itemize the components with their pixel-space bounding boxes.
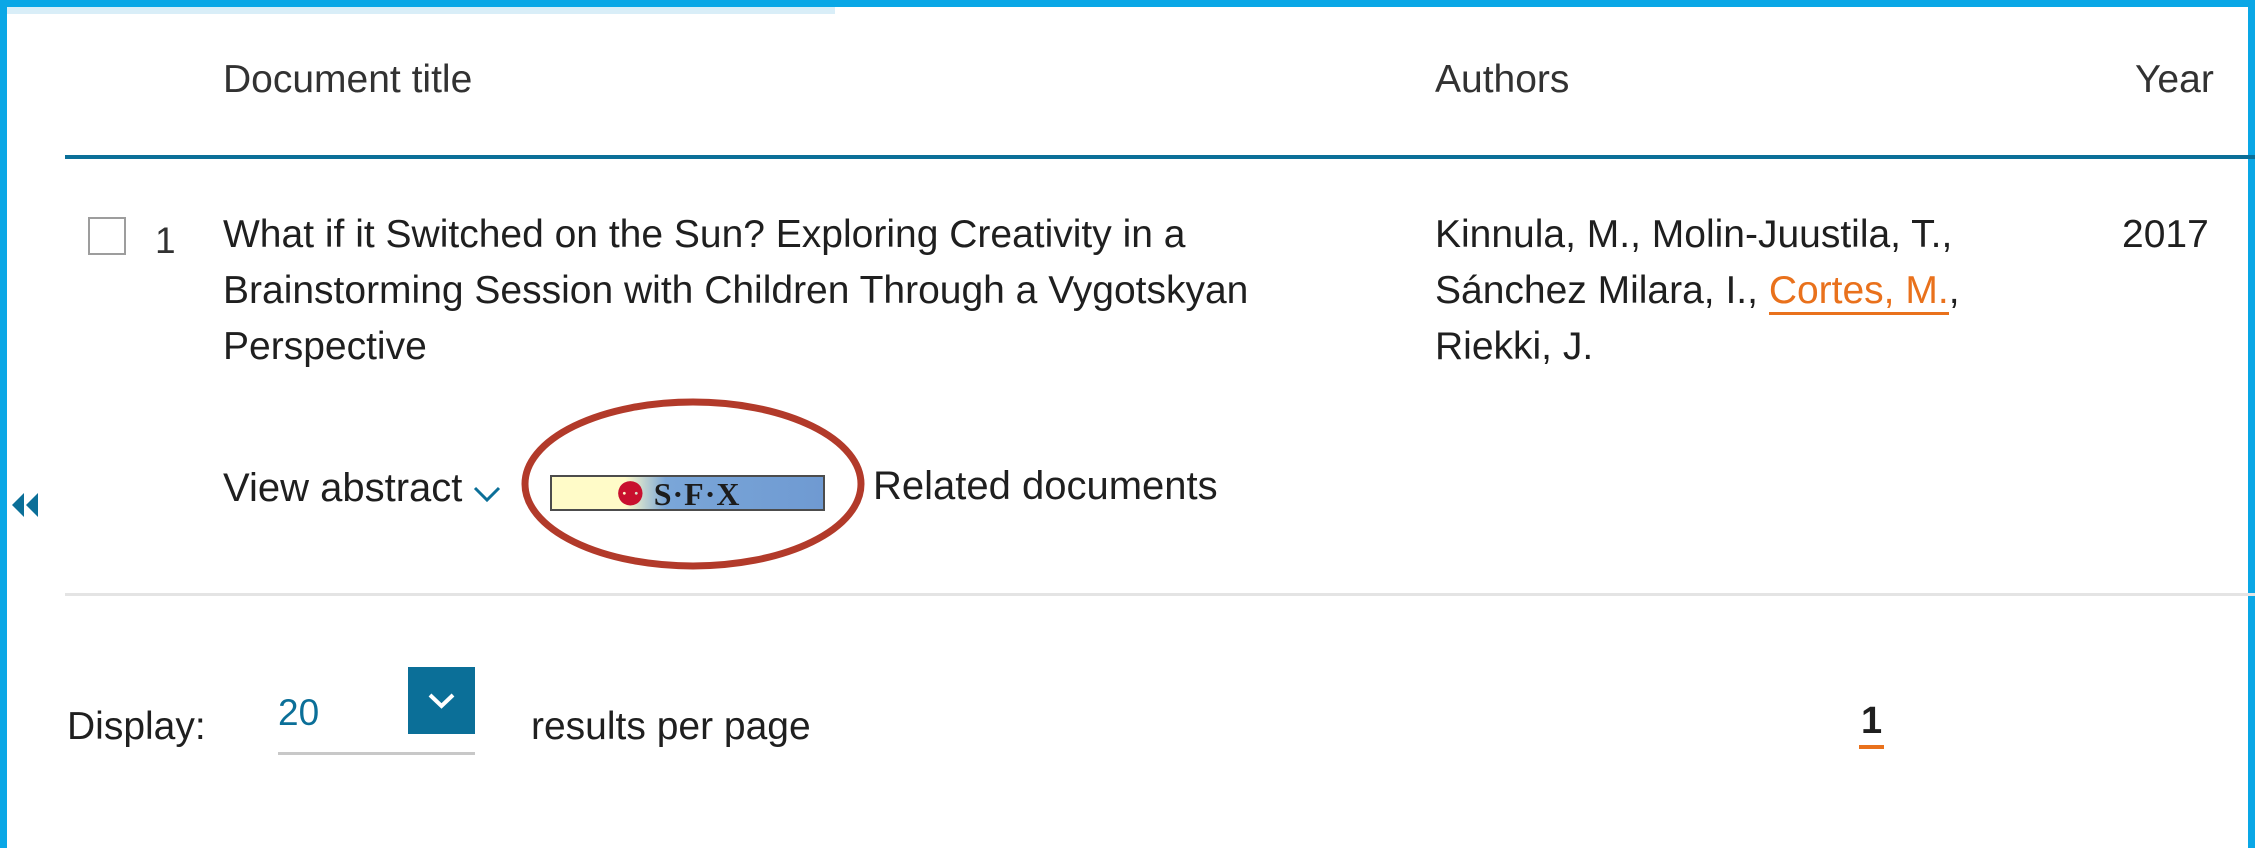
- related-documents-link[interactable]: Related documents: [873, 464, 1218, 509]
- document-title-link[interactable]: What if it Switched on the Sun? Explorin…: [223, 207, 1393, 375]
- row-select-checkbox[interactable]: [88, 217, 126, 255]
- authors-list: Kinnula, M., Molin-Juustila, T., Sánchez…: [1435, 207, 2075, 375]
- chevron-down-icon: [474, 486, 501, 502]
- chevron-down-icon: [428, 693, 455, 709]
- select-underline: [278, 752, 475, 755]
- publication-year: 2017: [2122, 213, 2209, 256]
- display-label: Display:: [67, 705, 206, 748]
- double-chevron-left-icon[interactable]: [8, 490, 42, 520]
- row-divider: [65, 593, 2255, 596]
- top-tab-strip: [7, 7, 835, 14]
- results-per-page-value: 20: [278, 692, 320, 733]
- results-per-page-select[interactable]: 20: [278, 667, 475, 755]
- column-header-document-title[interactable]: Document title: [223, 58, 472, 102]
- highlight-ellipse-annotation: [521, 398, 865, 570]
- header-divider: [65, 155, 2255, 159]
- view-abstract-toggle[interactable]: View abstract: [223, 466, 502, 511]
- row-number: 1: [155, 220, 176, 261]
- select-dropdown-button[interactable]: [408, 667, 475, 734]
- results-per-page-label: results per page: [531, 705, 811, 748]
- current-page-number[interactable]: 1: [1859, 700, 1885, 749]
- view-abstract-label: View abstract: [223, 466, 463, 510]
- column-header-authors[interactable]: Authors: [1435, 58, 1569, 102]
- author-link-highlighted[interactable]: Cortes, M.: [1768, 269, 1949, 315]
- column-header-year[interactable]: Year: [2135, 58, 2214, 102]
